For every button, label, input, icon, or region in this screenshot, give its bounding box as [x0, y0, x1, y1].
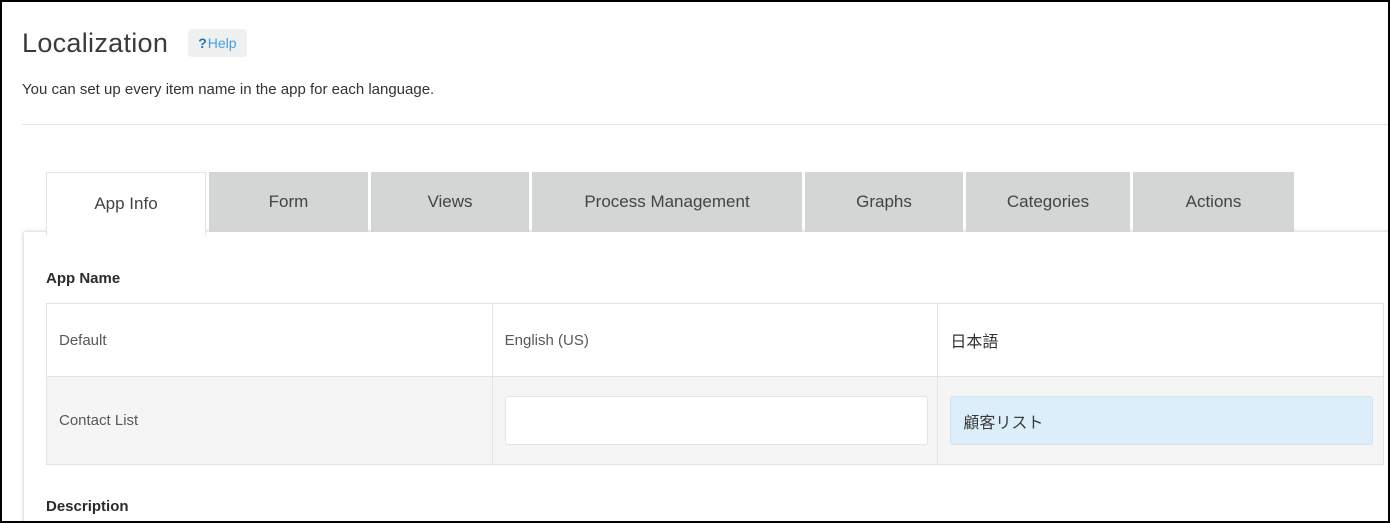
localization-settings-page: Localization ? Help You can set up every…	[0, 0, 1390, 523]
tab-form[interactable]: Form	[209, 172, 368, 232]
tab-graphs[interactable]: Graphs	[805, 172, 963, 232]
column-header-default: Default	[47, 304, 493, 377]
app-name-english-input[interactable]	[505, 396, 928, 445]
app-name-english-cell	[492, 377, 938, 465]
app-name-japanese-input[interactable]	[950, 396, 1373, 445]
page-header: Localization ? Help You can set up every…	[2, 2, 1388, 99]
tab-categories[interactable]: Categories	[966, 172, 1130, 232]
tab-actions[interactable]: Actions	[1133, 172, 1294, 232]
page-description: You can set up every item name in the ap…	[22, 81, 1368, 99]
column-header-english-us: English (US)	[492, 304, 938, 377]
header-divider	[22, 124, 1388, 125]
help-button-label: Help	[208, 35, 237, 51]
page-title: Localization	[22, 28, 168, 58]
tab-process-management[interactable]: Process Management	[532, 172, 802, 232]
table-row: Contact List	[47, 377, 1384, 465]
app-info-tab-panel: App Name Default English (US) 日本語 Contac…	[24, 232, 1390, 523]
description-section-heading: Description	[46, 497, 1390, 516]
app-name-localization-table: Default English (US) 日本語 Contact List	[46, 303, 1384, 465]
question-mark-icon: ?	[198, 35, 207, 51]
app-name-japanese-cell	[938, 377, 1384, 465]
help-button[interactable]: ? Help	[188, 29, 246, 57]
column-header-japanese: 日本語	[938, 304, 1384, 377]
tab-app-info[interactable]: App Info	[46, 172, 206, 235]
tab-views[interactable]: Views	[371, 172, 529, 232]
settings-tab-bar: App Info Form Views Process Management G…	[46, 172, 1294, 235]
app-name-default-value: Contact List	[47, 377, 493, 465]
table-header-row: Default English (US) 日本語	[47, 304, 1384, 377]
app-name-section-heading: App Name	[46, 232, 1390, 288]
